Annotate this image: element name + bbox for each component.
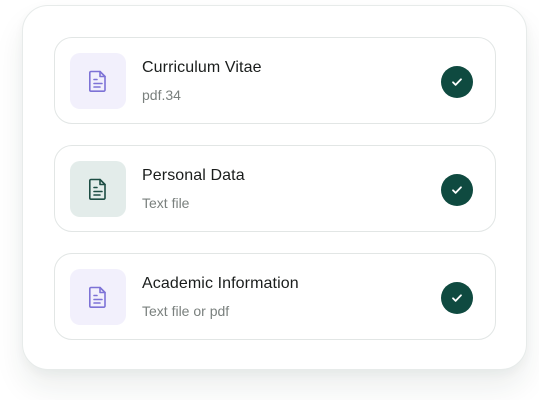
file-card-curriculum-vitae[interactable]: Curriculum Vitae pdf.34 (54, 37, 496, 124)
file-thumbnail (70, 53, 126, 109)
file-title: Curriculum Vitae (142, 59, 262, 76)
file-subtitle: pdf.34 (142, 87, 181, 103)
document-icon (87, 69, 109, 93)
check-icon (450, 75, 464, 89)
file-list-panel: Curriculum Vitae pdf.34 Personal Data Te… (22, 5, 527, 370)
document-icon (87, 177, 109, 201)
document-icon (87, 285, 109, 309)
check-button[interactable] (441, 66, 473, 98)
file-subtitle: Text file or pdf (142, 303, 230, 319)
file-card-academic-information[interactable]: Academic Information Text file or pdf (54, 253, 496, 340)
file-thumbnail (70, 269, 126, 325)
check-button[interactable] (441, 282, 473, 314)
file-card-personal-data[interactable]: Personal Data Text file (54, 145, 496, 232)
file-title: Personal Data (142, 167, 245, 184)
check-icon (450, 291, 464, 305)
file-title: Academic Information (142, 275, 299, 292)
file-subtitle: Text file (142, 195, 190, 211)
file-thumbnail (70, 161, 126, 217)
check-button[interactable] (441, 174, 473, 206)
check-icon (450, 183, 464, 197)
